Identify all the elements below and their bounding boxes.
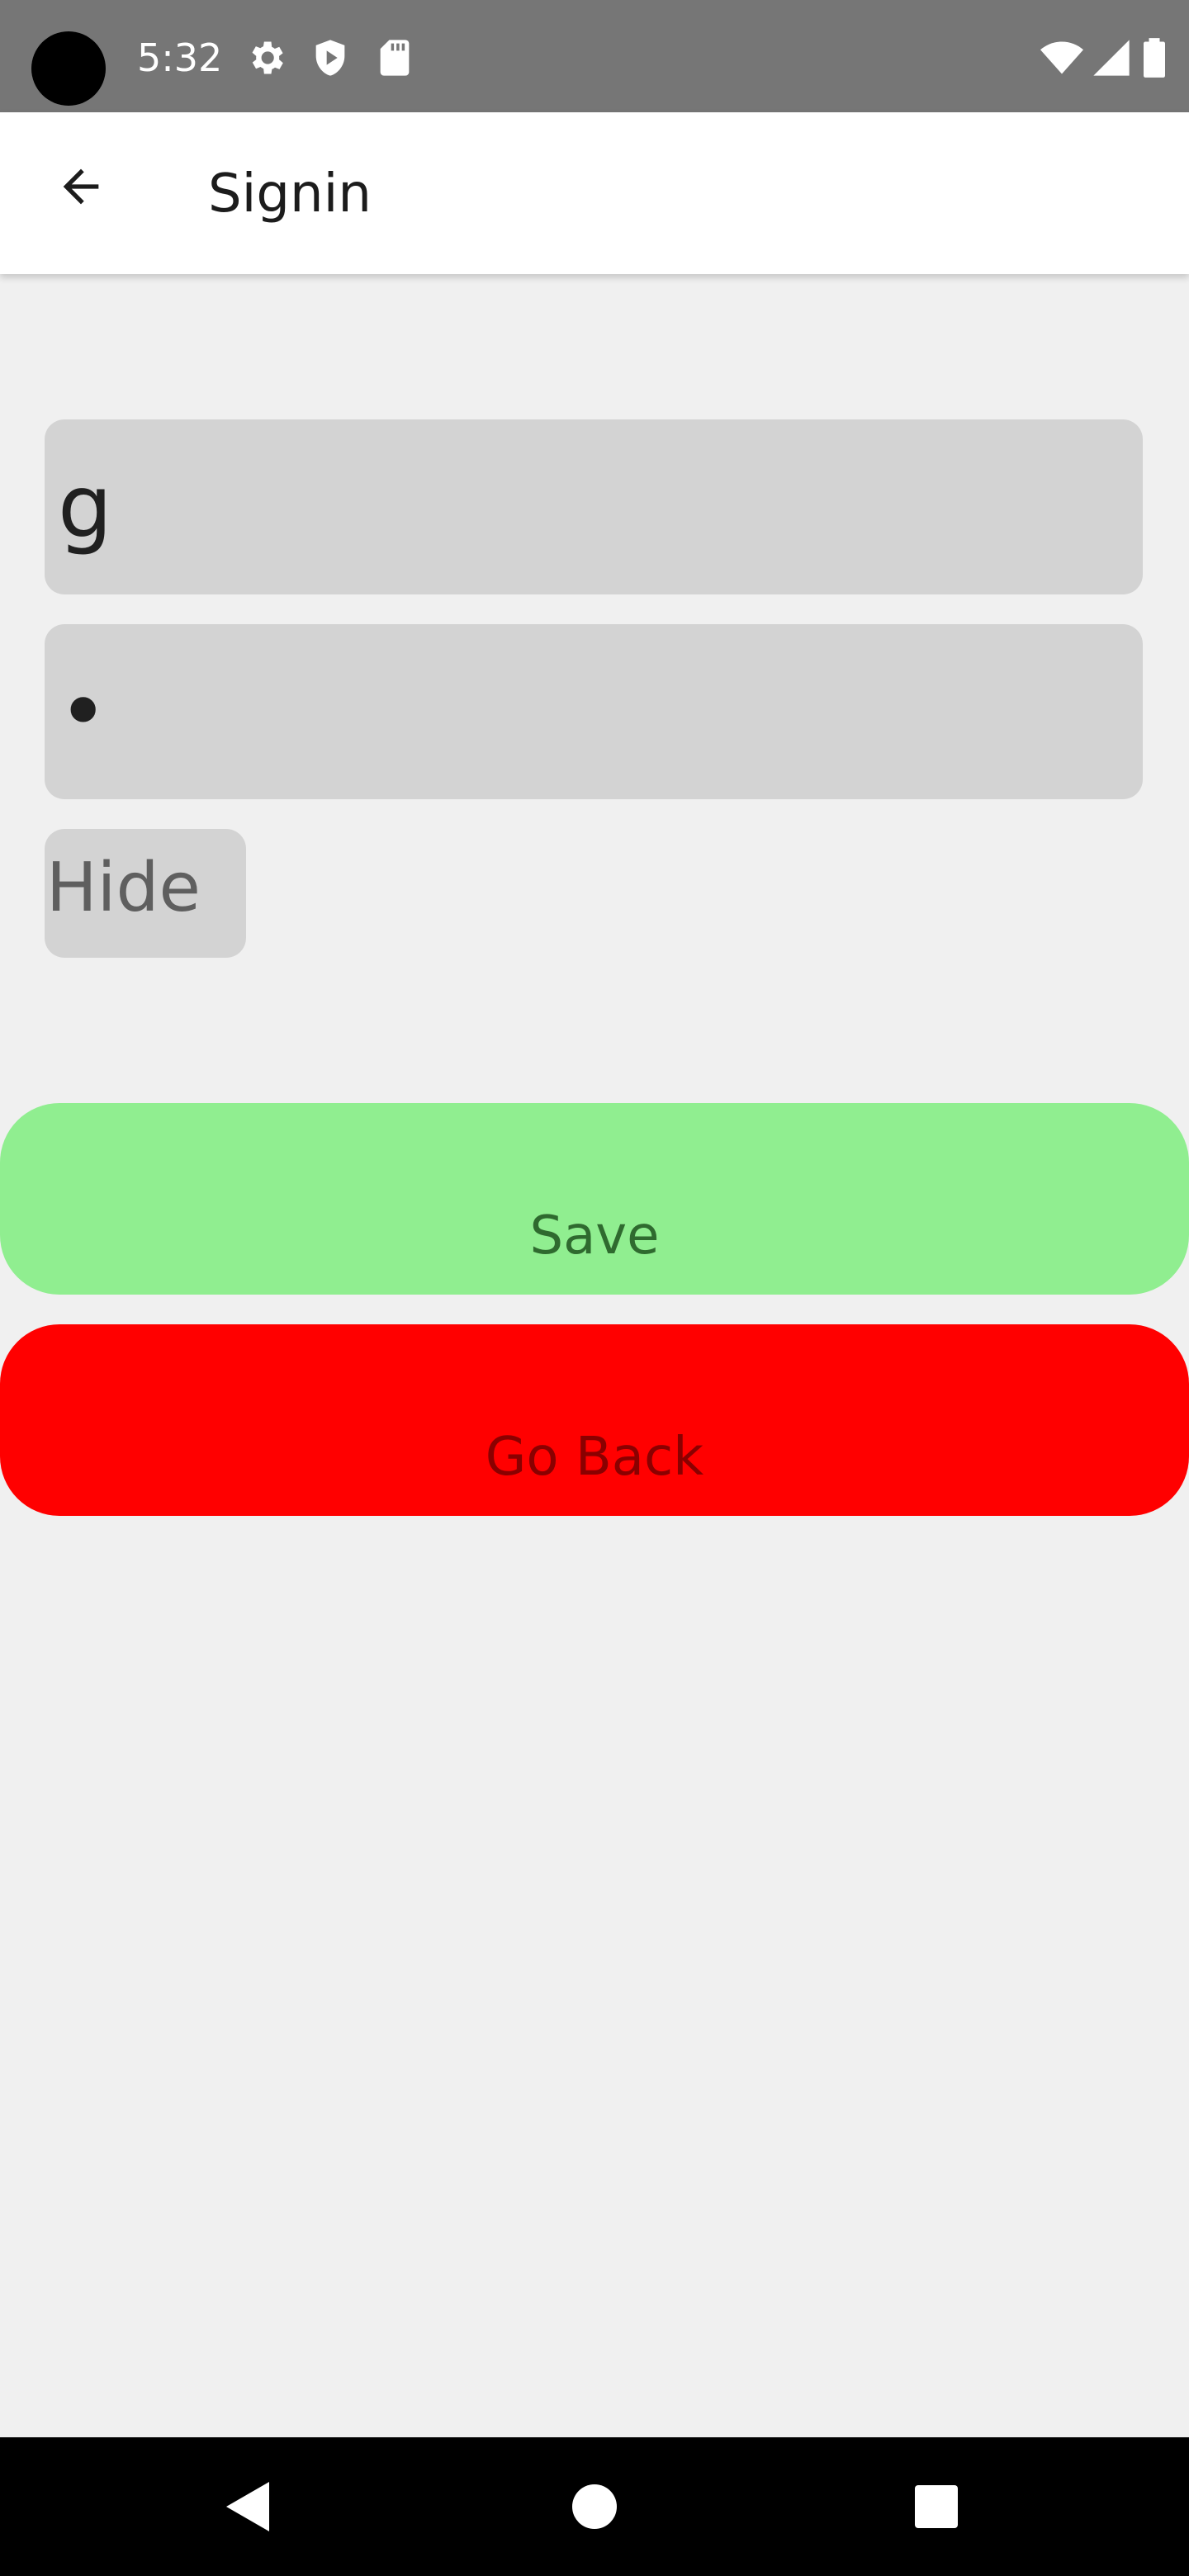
sd-card-icon (373, 36, 416, 79)
arrow-left-icon (63, 168, 99, 205)
save-button[interactable]: Save (0, 1103, 1189, 1295)
password-field[interactable]: • (45, 624, 1143, 799)
camera-cutout (31, 31, 106, 106)
username-field[interactable]: g (45, 419, 1143, 594)
status-bar: 5:32 (0, 0, 1189, 112)
back-triangle-icon (226, 2482, 269, 2531)
nav-recents-button[interactable] (887, 2457, 986, 2556)
home-circle-icon (572, 2484, 617, 2529)
gear-icon (244, 36, 287, 79)
username-value: g (58, 457, 113, 557)
battery-icon (1139, 36, 1169, 79)
password-value: • (58, 661, 109, 762)
app-bar (0, 112, 1189, 274)
shield-icon (309, 36, 352, 79)
back-button[interactable] (41, 147, 121, 226)
nav-home-button[interactable] (545, 2457, 644, 2556)
page-title: Signin (208, 163, 372, 225)
recents-square-icon (915, 2485, 958, 2528)
wifi-icon (1039, 36, 1085, 79)
go-back-button[interactable]: Go Back (0, 1324, 1189, 1516)
status-time: 5:32 (137, 36, 223, 80)
navigation-bar (0, 2437, 1189, 2576)
signal-icon (1090, 36, 1133, 79)
hide-password-button[interactable]: Hide (45, 829, 246, 958)
nav-back-button[interactable] (198, 2457, 297, 2556)
